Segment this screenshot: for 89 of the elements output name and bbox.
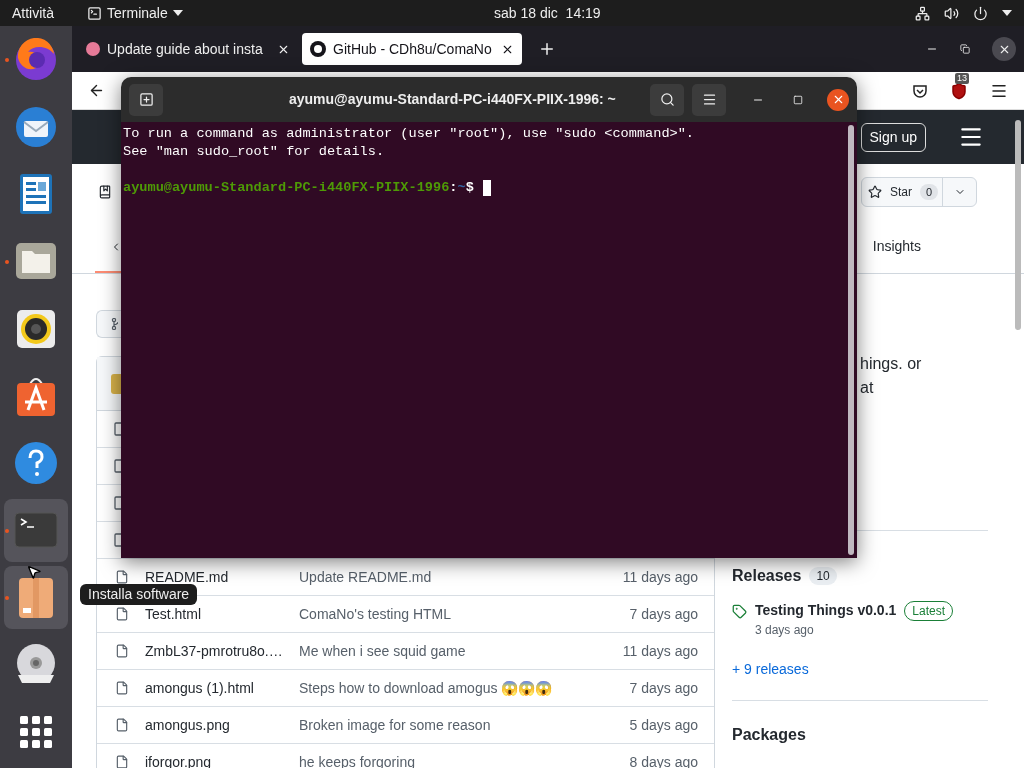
insights-tab[interactable]: Insights: [872, 236, 921, 257]
browser-tab[interactable]: Update guide about insta: [78, 33, 298, 65]
file-name[interactable]: amongus.png: [145, 714, 299, 736]
network-icon[interactable]: [915, 5, 930, 21]
commit-message[interactable]: ComaNo's testing HTML: [299, 603, 452, 625]
star-label: Star: [890, 184, 912, 201]
mouse-pointer-icon: [26, 564, 42, 580]
sign-up-button[interactable]: Sign up: [860, 122, 926, 152]
release-date: 3 days ago: [755, 622, 815, 639]
new-tab-icon: [138, 92, 154, 107]
app-menu[interactable]: Terminale: [87, 2, 183, 24]
volume-icon[interactable]: [944, 5, 959, 21]
star-count: 0: [920, 183, 939, 201]
caret-icon[interactable]: [1002, 10, 1012, 16]
release-name[interactable]: Testing Things v0.0.1: [755, 600, 897, 621]
releases-count: 10: [809, 567, 837, 585]
tag-icon: [732, 604, 747, 619]
star-icon: [868, 185, 882, 199]
close-window-button[interactable]: [992, 37, 1016, 61]
globe-icon: [14, 37, 58, 82]
window-title: ayumu@ayumu-Standard-PC-i440FX-PIIX-1996: ~: [289, 90, 616, 109]
commit-message[interactable]: Steps how to download amogus 😱😱😱: [299, 677, 553, 699]
file-icon: [114, 459, 121, 473]
back-icon[interactable]: [88, 82, 105, 99]
branch-button[interactable]: [96, 310, 121, 338]
extension-badge: 13: [955, 72, 969, 84]
file-name[interactable]: Test.html: [145, 603, 299, 625]
scrollbar[interactable]: [1015, 120, 1021, 330]
file-row[interactable]: ZmbL37-pmrotru8o.… Me when i see squid game 11 days ago: [97, 633, 714, 670]
star-button[interactable]: Star 0: [861, 177, 977, 207]
file-icon: [115, 755, 129, 768]
tab-title: GitHub - CDh8u/ComaNo: [333, 39, 493, 59]
tooltip: Installa software: [80, 584, 198, 605]
activities-button[interactable]: Attività: [12, 2, 54, 24]
commit-age: 5 days ago: [629, 715, 698, 735]
file-icon: [115, 607, 129, 621]
branch-icon: [111, 318, 118, 330]
dock-item[interactable]: [4, 566, 68, 630]
repository-icon: [98, 185, 112, 199]
browser-tab[interactable]: GitHub - CDh8u/ComaNo: [302, 33, 522, 65]
tab-title: Update guide about insta: [107, 39, 264, 59]
menu-icon: [701, 92, 717, 107]
file-icon: [115, 570, 129, 584]
file-row[interactable]: amongus (1).html Steps how to download amogus 😱😱😱 7 days ago: [97, 670, 714, 707]
releases-title[interactable]: Releases: [732, 564, 802, 588]
terminal-output: To run a command as administrator (user "root"), use "sudo <command>".: [123, 125, 695, 143]
power-icon[interactable]: [973, 5, 988, 21]
file-name[interactable]: amongus (1).html: [145, 677, 299, 699]
file-icon: [115, 644, 129, 658]
file-icon: [115, 718, 129, 732]
about-text: at: [860, 378, 875, 398]
commit-message[interactable]: Broken image for some reason: [299, 714, 491, 736]
prompt: ayumu@ayumu-Standard-PC-i440FX-PIIX-1996:~$: [123, 179, 474, 197]
help-icon: [14, 441, 58, 486]
favicon-icon: [86, 42, 100, 56]
caret-icon: [172, 10, 183, 16]
terminal-icon: [87, 5, 102, 21]
scrollbar[interactable]: [848, 125, 854, 555]
restore-icon[interactable]: [960, 44, 970, 54]
file-icon: [114, 422, 121, 436]
commit-age: 11 days ago: [622, 567, 698, 587]
search-button[interactable]: [650, 83, 684, 116]
file-icon: [115, 681, 129, 695]
commit-message[interactable]: Update README.md: [299, 566, 432, 588]
file-name[interactable]: ZmbL37-pmrotru8o.…: [145, 640, 299, 662]
app-grid-icon: [19, 715, 53, 750]
shield-icon[interactable]: [950, 81, 968, 100]
file-row[interactable]: amongus.png Broken image for some reason 5 days ago: [97, 707, 714, 744]
packages-title[interactable]: Packages: [732, 726, 806, 743]
clock[interactable]: sab 18 dic 14:19: [494, 2, 601, 24]
search-icon: [659, 92, 675, 107]
commit-age: 7 days ago: [629, 678, 698, 698]
file-icon: [114, 496, 121, 510]
new-tab-icon[interactable]: [538, 40, 556, 58]
about-text: hings. or: [860, 354, 923, 374]
commit-age: 7 days ago: [629, 604, 698, 624]
commit-message[interactable]: Me when i see squid game: [299, 640, 466, 662]
menu-button[interactable]: [692, 83, 726, 116]
selected-tab-underline: [95, 271, 121, 273]
close-button[interactable]: [827, 88, 849, 111]
terminal-output: See "man sudo_root" for details.: [123, 143, 385, 161]
cursor-icon: [482, 180, 491, 196]
file-icon: [114, 533, 121, 547]
maximize-icon[interactable]: [793, 94, 803, 105]
mail-icon: [14, 104, 58, 149]
shield-icon[interactable]: [912, 82, 928, 99]
more-releases-link[interactable]: + 9 releases: [732, 659, 988, 680]
commit-age: 11 days ago: [622, 641, 698, 661]
new-tab-button[interactable]: [129, 83, 163, 116]
